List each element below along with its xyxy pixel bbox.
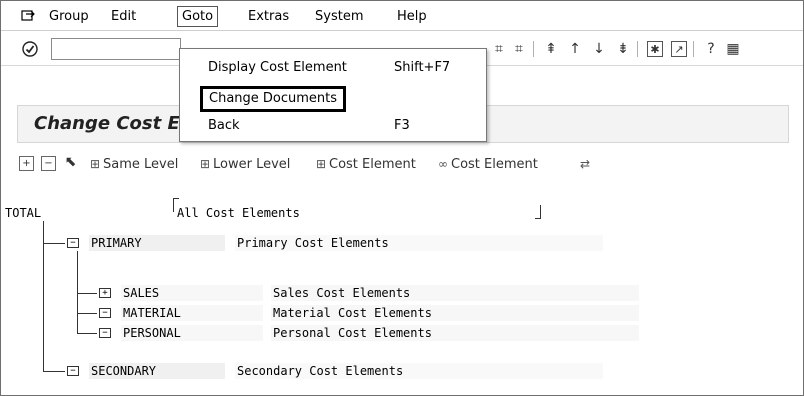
hierarchy-icon: ⊞	[199, 157, 211, 171]
find-icon[interactable]: ⌗	[491, 41, 507, 57]
secondary-node-desc[interactable]: Secondary Cost Elements	[235, 363, 603, 379]
reassign-icon: ⇄	[579, 157, 591, 171]
menu-group[interactable]: Group	[45, 8, 93, 26]
tree-line	[77, 293, 97, 294]
tree-line	[77, 333, 97, 334]
tree-line	[77, 313, 97, 314]
help-icon[interactable]: ?	[703, 41, 719, 57]
lower-level-button[interactable]: ⊞ Lower Level	[197, 154, 290, 174]
remove-cost-element-button[interactable]: ∞ Cost Element	[435, 154, 538, 174]
menu-item-label: Display Cost Element	[208, 60, 347, 75]
personal-node-id[interactable]: PERSONAL	[121, 325, 263, 341]
expand-all-icon[interactable]: +	[19, 156, 34, 171]
same-level-button[interactable]: ⊞ Same Level	[87, 154, 178, 174]
collapse-node-icon[interactable]: −	[67, 238, 79, 248]
root-node-id[interactable]: TOTAL	[5, 205, 41, 221]
hierarchy-icon: ⊞	[89, 157, 101, 171]
hierarchy-icon: ⊞	[315, 157, 327, 171]
collapse-all-icon[interactable]: −	[41, 156, 56, 171]
cost-element-2-label: Cost Element	[451, 157, 538, 172]
menu-item-display-cost-element[interactable]: Display Cost Element Shift+F7	[180, 57, 486, 79]
cost-element-button[interactable]: ⊞ Cost Element	[313, 154, 416, 174]
menu-item-change-documents[interactable]: Change Documents	[180, 86, 486, 112]
toolbar-separator	[693, 41, 694, 57]
command-field[interactable]	[51, 38, 181, 60]
material-node-id[interactable]: MATERIAL	[121, 305, 263, 321]
sap-window: Group Edit Goto Extras System Help ⌗ ⌗ ⇞…	[0, 0, 804, 396]
menu-help[interactable]: Help	[393, 8, 431, 26]
last-page-icon[interactable]: ⇟	[615, 41, 631, 57]
menu-item-label: Change Documents	[200, 86, 347, 112]
sales-node-id[interactable]: SALES	[121, 285, 263, 301]
toolbar-separator	[637, 41, 638, 57]
toolbar-separator	[533, 41, 534, 57]
previous-page-icon[interactable]: ↑	[567, 41, 583, 57]
enter-check-icon[interactable]	[22, 41, 38, 57]
personal-node-desc[interactable]: Personal Cost Elements	[271, 325, 639, 341]
field-bracket-right	[535, 205, 541, 219]
menu-item-shortcut: Shift+F7	[394, 60, 451, 75]
hierarchy-tree: TOTAL All Cost Elements − PRIMARY Primar…	[5, 191, 789, 391]
menu-bar: Group Edit Goto Extras System Help	[1, 1, 803, 31]
menu-edit[interactable]: Edit	[107, 8, 140, 26]
layout-menu-icon[interactable]: ▦	[725, 41, 741, 57]
first-page-icon[interactable]: ⇞	[543, 41, 559, 57]
shortcut-icon[interactable]: ↗	[671, 41, 687, 57]
collapse-node-icon[interactable]: −	[99, 328, 111, 338]
tree-line	[43, 243, 65, 244]
expand-node-icon[interactable]: +	[99, 288, 111, 298]
material-node-desc[interactable]: Material Cost Elements	[271, 305, 639, 321]
same-level-label: Same Level	[103, 157, 179, 172]
root-node-desc[interactable]: All Cost Elements	[177, 205, 300, 221]
goto-dropdown-menu: Display Cost Element Shift+F7 Change Doc…	[179, 48, 487, 142]
next-page-icon[interactable]: ↓	[591, 41, 607, 57]
menu-exit-icon[interactable]	[21, 8, 37, 22]
find-next-icon[interactable]: ⌗	[511, 41, 527, 57]
menu-system[interactable]: System	[311, 8, 367, 26]
tree-line	[43, 371, 65, 372]
unassign-icon: ∞	[438, 157, 448, 171]
menu-item-back[interactable]: Back F3	[180, 115, 486, 137]
menu-extras[interactable]: Extras	[244, 8, 293, 26]
application-toolbar: + − ⬉ ⊞ Same Level ⊞ Lower Level ⊞ Cost Ele…	[17, 149, 789, 179]
reassign-button[interactable]: ⇄	[577, 154, 593, 174]
menu-item-label: Back	[208, 118, 240, 133]
select-icon[interactable]: ⬉	[63, 155, 78, 171]
menu-item-shortcut: F3	[394, 118, 410, 133]
tree-line	[77, 251, 78, 333]
primary-node-desc[interactable]: Primary Cost Elements	[235, 235, 603, 251]
cost-element-label: Cost Element	[329, 157, 416, 172]
collapse-node-icon[interactable]: −	[67, 366, 79, 376]
secondary-node-id[interactable]: SECONDARY	[89, 363, 225, 379]
collapse-node-icon[interactable]: −	[99, 308, 111, 318]
menu-goto[interactable]: Goto	[177, 6, 219, 27]
create-session-icon[interactable]: ✱	[647, 41, 663, 57]
sales-node-desc[interactable]: Sales Cost Elements	[271, 285, 639, 301]
lower-level-label: Lower Level	[213, 157, 291, 172]
primary-node-id[interactable]: PRIMARY	[89, 235, 225, 251]
